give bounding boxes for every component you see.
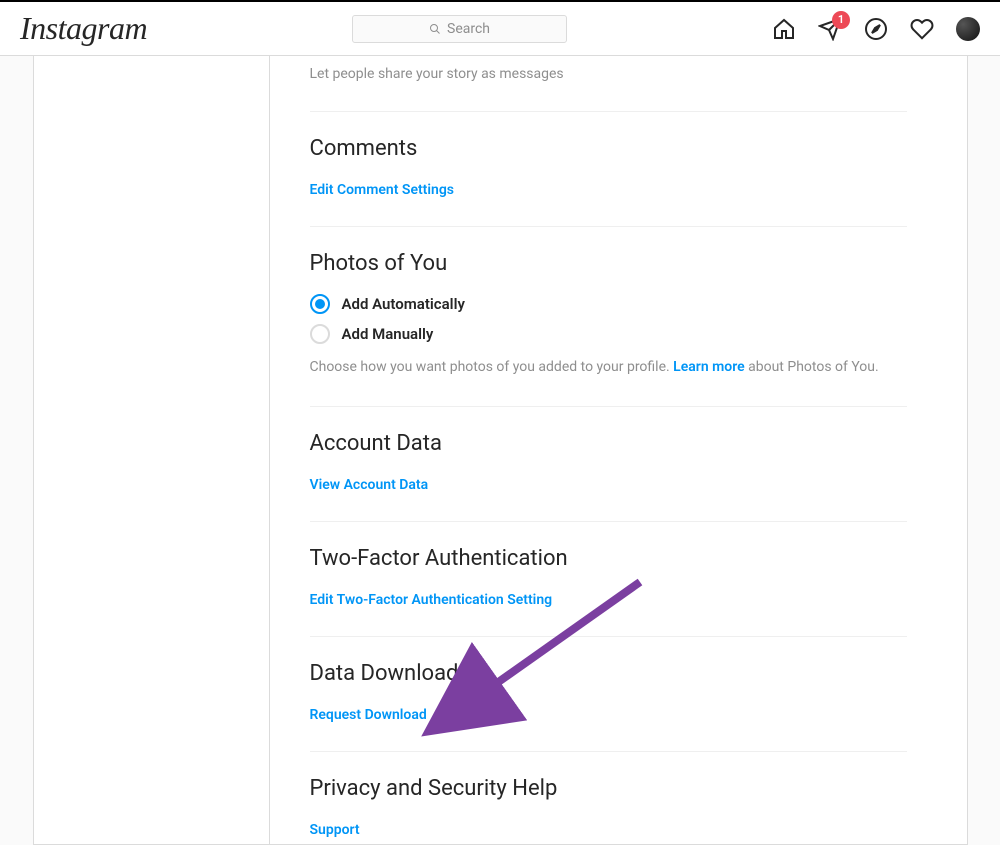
- privacy-help-section: Privacy and Security Help Support: [310, 752, 907, 844]
- request-download-link[interactable]: Request Download: [310, 707, 427, 723]
- settings-sidebar: [34, 56, 270, 844]
- support-link[interactable]: Support: [310, 822, 360, 838]
- photos-help-text: Choose how you want photos of you added …: [310, 358, 907, 378]
- settings-content: Let people share your story as messages …: [270, 56, 967, 844]
- radio-label-manual: Add Manually: [342, 325, 434, 343]
- learn-more-link[interactable]: Learn more: [673, 359, 744, 375]
- edit-two-factor-link[interactable]: Edit Two-Factor Authentication Setting: [310, 592, 553, 608]
- instagram-logo[interactable]: Instagram: [20, 10, 147, 47]
- photos-title: Photos of You: [310, 251, 907, 276]
- settings-container: Let people share your story as messages …: [33, 56, 968, 845]
- account-data-section: Account Data View Account Data: [310, 407, 907, 522]
- heart-icon: [910, 17, 934, 41]
- radio-row-manual: Add Manually: [310, 324, 907, 344]
- home-button[interactable]: [772, 17, 796, 41]
- radio-add-manually[interactable]: [310, 324, 330, 344]
- view-account-data-link[interactable]: View Account Data: [310, 477, 429, 493]
- data-download-section: Data Download Request Download: [310, 637, 907, 752]
- comments-section: Comments Edit Comment Settings: [310, 112, 907, 227]
- story-section: Let people share your story as messages: [310, 56, 907, 112]
- privacy-help-title: Privacy and Security Help: [310, 776, 907, 801]
- profile-avatar[interactable]: [956, 17, 980, 41]
- search-placeholder: Search: [447, 21, 490, 37]
- help-prefix: Choose how you want photos of you added …: [310, 359, 674, 375]
- story-share-text: Let people share your story as messages: [310, 64, 907, 85]
- search-input[interactable]: Search: [352, 15, 567, 43]
- search-icon: [429, 23, 441, 35]
- compass-icon: [864, 17, 888, 41]
- account-data-title: Account Data: [310, 431, 907, 456]
- home-icon: [772, 17, 796, 41]
- notification-badge: 1: [832, 11, 850, 29]
- radio-row-auto: Add Automatically: [310, 294, 907, 314]
- messages-button[interactable]: 1: [818, 17, 842, 41]
- top-navbar: Instagram Search 1: [0, 2, 1000, 56]
- two-factor-title: Two-Factor Authentication: [310, 546, 907, 571]
- two-factor-section: Two-Factor Authentication Edit Two-Facto…: [310, 522, 907, 637]
- activity-button[interactable]: [910, 17, 934, 41]
- explore-button[interactable]: [864, 17, 888, 41]
- comments-title: Comments: [310, 136, 907, 161]
- data-download-title: Data Download: [310, 661, 907, 686]
- main-wrap: Let people share your story as messages …: [0, 56, 1000, 845]
- nav-icons: 1: [772, 17, 980, 41]
- radio-label-auto: Add Automatically: [342, 295, 465, 313]
- help-suffix: about Photos of You.: [745, 359, 879, 375]
- search-wrap: Search: [147, 15, 772, 43]
- edit-comment-settings-link[interactable]: Edit Comment Settings: [310, 182, 455, 198]
- radio-add-automatically[interactable]: [310, 294, 330, 314]
- photos-of-you-section: Photos of You Add Automatically Add Manu…: [310, 227, 907, 407]
